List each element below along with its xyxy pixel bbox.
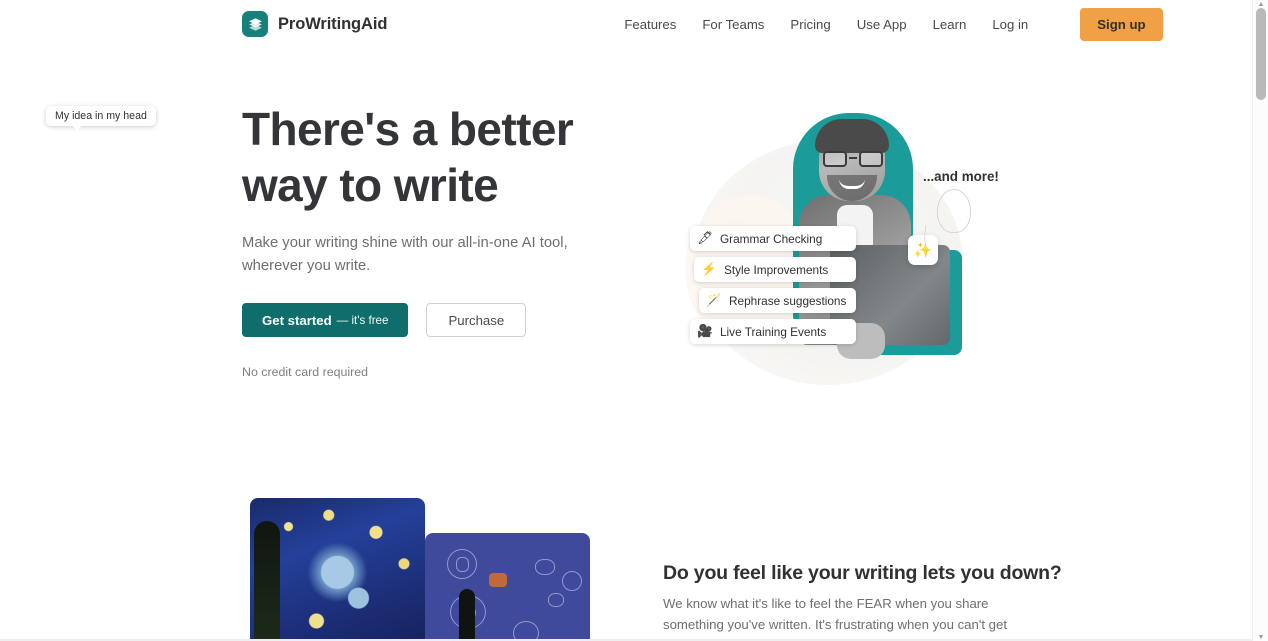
nav-item-use-app[interactable]: Use App <box>857 17 907 32</box>
swirl-shape <box>535 559 555 575</box>
stacked-pages-icon <box>242 11 268 37</box>
top-navigation-bar: ProWritingAid Features For Teams Pricing… <box>0 0 1252 48</box>
and-more-label: ...and more! <box>923 169 999 184</box>
page-title: There's a better way to write <box>242 101 672 213</box>
nav-item-for-teams[interactable]: For Teams <box>702 17 764 32</box>
feature-card-style-improvements[interactable]: ⚡ Style Improvements <box>694 257 857 282</box>
feature-card-rephrase-suggestions[interactable]: 🪄 Rephrase suggestions <box>699 288 857 313</box>
magic-wand-icon: 🪄 <box>706 293 722 308</box>
get-started-button[interactable]: Get started — it's free <box>242 303 409 337</box>
brand-logo[interactable]: ProWritingAid <box>242 11 387 37</box>
hero-cta-group: Get started — it's free Purchase <box>242 303 527 337</box>
page-scrollbar[interactable]: ▲ ▼ <box>1252 0 1268 641</box>
starry-night-image <box>250 498 425 641</box>
hair <box>815 119 889 153</box>
fountain-pen-icon: 🖋 <box>697 231 713 246</box>
plain-version-image <box>425 533 590 641</box>
feature-card-list: 🖋 Grammar Checking ⚡ Style Improvements … <box>690 226 857 344</box>
balloon-icon <box>937 189 971 233</box>
hero-title-line-1: There's a better <box>242 103 574 155</box>
nav-item-log-in[interactable]: Log in <box>992 17 1028 32</box>
video-camera-icon: 🎥 <box>697 324 713 339</box>
primary-nav: Features For Teams Pricing Use App Learn… <box>624 7 1163 41</box>
glasses-icon <box>823 151 883 167</box>
brand-name: ProWritingAid <box>278 14 388 33</box>
cypress-tree-simple <box>459 589 475 641</box>
lightning-bolt-icon: ⚡ <box>701 262 717 277</box>
feature-card-label: Grammar Checking <box>720 231 823 246</box>
feature-card-label: Live Training Events <box>720 324 827 339</box>
nav-item-learn[interactable]: Learn <box>933 17 967 32</box>
no-credit-card-note: No credit card required <box>242 365 369 379</box>
idea-in-my-head-label: My idea in my head <box>46 106 156 131</box>
scroll-up-arrow-icon[interactable]: ▲ <box>1253 0 1268 8</box>
purchase-button[interactable]: Purchase <box>426 303 527 337</box>
nav-item-pricing[interactable]: Pricing <box>790 17 830 32</box>
feature-card-live-training-events[interactable]: 🎥 Live Training Events <box>690 319 857 344</box>
feature-card-grammar-checking[interactable]: 🖋 Grammar Checking <box>690 226 857 251</box>
swirl-shape <box>513 621 539 641</box>
section-body-text: We know what it's like to feel the FEAR … <box>663 596 1008 641</box>
get-started-suffix: — it's free <box>336 313 389 327</box>
sign-up-button[interactable]: Sign up <box>1080 7 1163 41</box>
page-root: ProWritingAid Features For Teams Pricing… <box>0 0 1268 641</box>
hero-title-line-2: way to write <box>242 159 499 211</box>
section-heading: Do you feel like your writing lets you d… <box>663 562 1062 584</box>
swirl-shape <box>562 571 582 591</box>
get-started-label: Get started <box>262 312 332 328</box>
swirl-shape <box>456 557 469 572</box>
orange-dot <box>489 573 507 587</box>
hero-subtitle: Make your writing shine with our all-in-… <box>242 235 568 274</box>
scrollbar-thumb[interactable] <box>1256 8 1266 100</box>
swirl-shape <box>548 593 564 607</box>
nav-item-features[interactable]: Features <box>624 17 676 32</box>
cypress-tree <box>254 521 280 641</box>
scroll-down-arrow-icon[interactable]: ▼ <box>1253 633 1268 641</box>
feature-card-label: Style Improvements <box>724 262 829 277</box>
feature-card-label: Rephrase suggestions <box>729 293 847 308</box>
